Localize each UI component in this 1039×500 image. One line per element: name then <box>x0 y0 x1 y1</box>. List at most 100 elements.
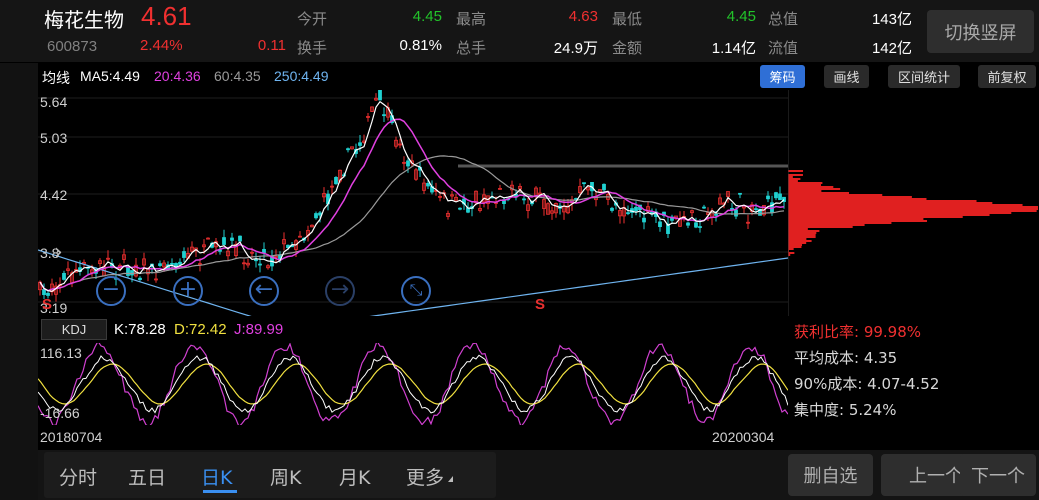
chip-bar <box>788 182 823 184</box>
candle-body <box>158 263 162 266</box>
candle-body <box>314 213 318 219</box>
cost-90-range: 90%成本: 4.07-4.52 <box>794 375 940 393</box>
tab-weekly-k[interactable]: 周K <box>270 463 301 490</box>
chip-bar <box>788 232 817 234</box>
candle-body <box>138 277 142 280</box>
ma-title: 均线 <box>42 70 70 86</box>
change-percent: 2.44% <box>140 37 183 54</box>
ma250-value: 250:4.49 <box>274 68 329 84</box>
chip-bar <box>788 244 803 246</box>
candle-body <box>686 222 690 226</box>
tab-more[interactable]: 更多 <box>406 463 444 490</box>
candle-body <box>714 213 718 216</box>
arrow-right-icon[interactable]: → <box>325 276 355 306</box>
candle-body <box>698 226 702 228</box>
stock-name: 梅花生物 <box>44 8 124 32</box>
tab-daily-k[interactable]: 日K <box>201 463 232 490</box>
ma5-value: MA5:4.49 <box>80 68 140 84</box>
amount-value: 1.14亿 <box>711 40 756 57</box>
stock-code: 600873 <box>47 38 98 55</box>
volume-value: 24.9万 <box>553 40 598 57</box>
candle-body <box>238 235 242 242</box>
tab-monthly-k[interactable]: 月K <box>339 463 370 490</box>
next-stock-button[interactable]: 下一个 <box>960 454 1036 496</box>
amount-label: 金额 <box>612 39 643 57</box>
chip-bar <box>788 218 924 220</box>
price-tick: 5.64 <box>40 94 68 110</box>
tab-intraday[interactable]: 分时 <box>59 463 97 490</box>
high-label: 最高 <box>456 10 487 28</box>
candle-body <box>626 212 630 215</box>
chip-bar <box>788 214 990 216</box>
volume-label: 总手 <box>456 39 487 57</box>
kdj-axis-top: 116.13 <box>40 345 82 361</box>
switch-portrait-button[interactable]: 切换竖屏 <box>927 10 1034 53</box>
range-stats-button[interactable]: 区间统计 <box>888 65 960 88</box>
active-tab-indicator <box>203 490 237 493</box>
candle-body <box>702 206 706 209</box>
chip-bar <box>788 202 993 204</box>
kdj-chart[interactable] <box>38 343 788 425</box>
chip-bar <box>788 230 820 232</box>
draw-line-button[interactable]: 画线 <box>824 65 869 88</box>
chip-bar <box>788 224 865 226</box>
chip-bar <box>788 238 807 240</box>
candle-body <box>170 263 174 265</box>
arrow-left-icon[interactable]: ← <box>249 276 279 306</box>
high-value: 4.63 <box>568 8 598 25</box>
chip-bar <box>788 180 798 182</box>
open-value: 4.45 <box>412 8 442 25</box>
candle-body <box>458 207 462 210</box>
change-amount: 0.11 <box>257 37 286 54</box>
candle-body <box>334 176 338 185</box>
candle-body <box>262 248 266 253</box>
bottom-toolbar: 分时 五日 日K 周K 月K 更多 删自选 上一个 下一个 <box>38 450 1039 500</box>
ma60-value: 60:4.35 <box>214 68 261 84</box>
zoom-in-icon[interactable]: + <box>173 276 203 306</box>
chip-button[interactable]: 筹码 <box>760 65 805 88</box>
remove-watchlist-button[interactable]: 删自选 <box>788 454 873 496</box>
candle-body <box>582 182 586 185</box>
kdj-k-value: K:78.28 <box>114 321 166 338</box>
ma5-line <box>39 100 785 293</box>
chip-bar <box>788 178 801 180</box>
market-cap-label: 总值 <box>768 10 799 28</box>
low-value: 4.45 <box>726 8 756 25</box>
chip-bar <box>788 252 795 254</box>
candle-body <box>522 198 526 201</box>
chip-bar <box>788 204 1023 206</box>
ma-legend-bar: 均线 MA5:4.49 20:4.36 60:4.35 250:4.49 筹码 … <box>38 63 1039 90</box>
chip-bar <box>788 228 808 230</box>
chip-bar <box>788 200 977 202</box>
collapse-icon[interactable]: ⤡ <box>401 276 431 306</box>
zoom-out-icon[interactable]: − <box>96 276 126 306</box>
forward-adjust-button[interactable]: 前复权 <box>978 65 1036 88</box>
market-cap-value: 143亿 <box>871 11 912 28</box>
open-label: 今开 <box>297 10 328 28</box>
more-dropdown-icon <box>448 476 453 482</box>
chevron-right-icon[interactable]: › <box>54 240 63 265</box>
candle-body <box>258 263 262 266</box>
concentration: 集中度: 5.24% <box>794 401 897 419</box>
candle-body <box>346 148 350 151</box>
indicator-select-button[interactable]: KDJ <box>41 319 107 340</box>
candle-body <box>778 193 782 201</box>
kdj-d-line <box>38 363 788 405</box>
chip-bar <box>788 234 816 236</box>
kdj-j-line <box>38 343 788 425</box>
candle-body <box>230 237 234 241</box>
chip-bar <box>788 198 927 200</box>
chip-bar <box>788 242 807 244</box>
chip-bar <box>788 208 1038 210</box>
profit-ratio: 获利比率: 99.98% <box>794 323 922 341</box>
tab-five-day[interactable]: 五日 <box>128 463 166 490</box>
low-label: 最低 <box>612 10 643 28</box>
kdj-d-value: D:72.42 <box>174 321 227 338</box>
chip-bar <box>788 210 1037 212</box>
start-date: 20180704 <box>40 429 103 445</box>
chip-bar <box>788 212 1012 214</box>
price-tick: 4.42 <box>40 187 68 203</box>
candle-body <box>130 270 134 276</box>
chip-bar <box>788 220 928 222</box>
turnover-label: 换手 <box>297 39 328 57</box>
